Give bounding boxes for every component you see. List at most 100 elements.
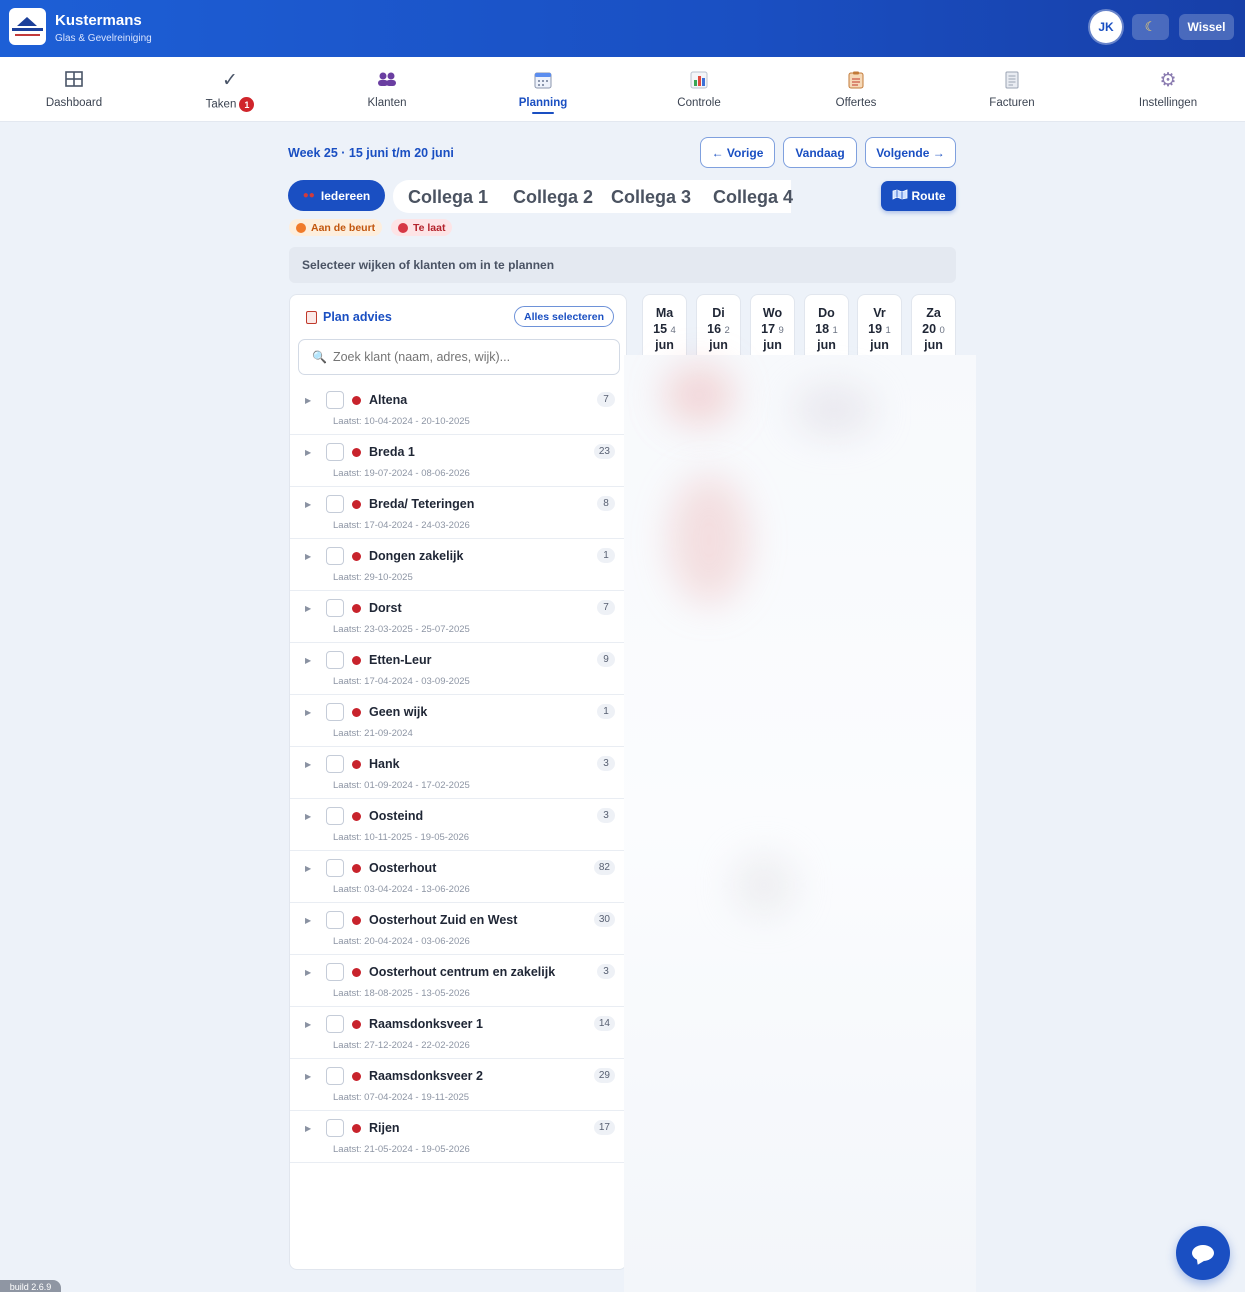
row-checkbox[interactable]: [326, 443, 344, 461]
area-name: Dorst: [369, 601, 402, 615]
next-week-button[interactable]: Volgende →: [865, 137, 956, 168]
plan-advice-panel: Plan advies Alles selecteren 🔍 ▶ Altena 7 L…: [289, 294, 627, 1270]
status-dot-icon: [352, 1020, 361, 1029]
route-button[interactable]: Route: [881, 181, 956, 211]
panel-title: Plan advies: [306, 310, 392, 324]
customer-count-badge: 23: [593, 444, 615, 459]
row-checkbox[interactable]: [326, 1119, 344, 1137]
nav-item-instellingen[interactable]: ⚙ Instellingen: [1108, 57, 1228, 122]
row-checkbox[interactable]: [326, 547, 344, 565]
row-checkbox[interactable]: [326, 703, 344, 721]
list-item[interactable]: ▶ Oosteind 3 Laatst: 10-11-2025 - 19-05-202…: [290, 799, 626, 851]
nav-item-dashboard[interactable]: Dashboard: [14, 57, 134, 122]
expand-caret-icon[interactable]: ▶: [305, 604, 311, 613]
switch-button[interactable]: Wissel: [1179, 14, 1234, 40]
list-item[interactable]: ▶ Breda/ Teteringen 8 Laatst: 17-04-2024 - …: [290, 487, 626, 539]
list-item[interactable]: ▶ Oosterhout centrum en zakelijk 3 Laatst: …: [290, 955, 626, 1007]
expand-caret-icon[interactable]: ▶: [305, 864, 311, 873]
customer-count-badge: 82: [593, 860, 615, 875]
filter-colleague-1[interactable]: Collega 1: [408, 187, 488, 208]
status-dot-icon: [352, 916, 361, 925]
expand-caret-icon[interactable]: ▶: [305, 552, 311, 561]
day-column-header[interactable]: Do 18 1 jun: [804, 294, 849, 356]
customer-search[interactable]: 🔍: [298, 339, 620, 375]
list-item[interactable]: ▶ Oosterhout 82 Laatst: 03-04-2024 - 13-06-…: [290, 851, 626, 903]
filter-colleague-2[interactable]: Collega 2: [513, 187, 593, 208]
nav-item-klanten[interactable]: Klanten: [327, 57, 447, 122]
row-checkbox[interactable]: [326, 1067, 344, 1085]
nav-label: Planning: [518, 97, 568, 109]
expand-caret-icon[interactable]: ▶: [305, 1072, 311, 1081]
company-logo[interactable]: [9, 8, 46, 45]
filter-colleague-4[interactable]: Collega 4: [713, 187, 793, 208]
list-item[interactable]: ▶ Etten-Leur 9 Laatst: 17-04-2024 - 03-09-2…: [290, 643, 626, 695]
search-input[interactable]: [332, 350, 593, 364]
row-checkbox[interactable]: [326, 807, 344, 825]
expand-caret-icon[interactable]: ▶: [305, 656, 311, 665]
due-dot-icon: [296, 222, 306, 233]
day-appointment-count: 1: [832, 325, 838, 336]
customer-count-badge: 3: [597, 808, 615, 823]
expand-caret-icon[interactable]: ▶: [305, 500, 311, 509]
customer-count-badge: 3: [597, 964, 615, 979]
nav-item-taken[interactable]: ✓ Taken 1: [170, 57, 290, 122]
list-item[interactable]: ▶ Altena 7 Laatst: 10-04-2024 - 20-10-2025: [290, 383, 626, 435]
expand-caret-icon[interactable]: ▶: [305, 448, 311, 457]
dark-mode-toggle[interactable]: ☾: [1132, 14, 1169, 40]
expand-caret-icon[interactable]: ▶: [305, 760, 311, 769]
nav-item-planning[interactable]: Planning: [483, 57, 603, 122]
expand-caret-icon[interactable]: ▶: [305, 708, 311, 717]
list-item[interactable]: ▶ Raamsdonksveer 1 14 Laatst: 27-12-2024 - …: [290, 1007, 626, 1059]
day-column-header[interactable]: Wo 17 9 jun: [750, 294, 795, 356]
list-item[interactable]: ▶ Geen wijk 1 Laatst: 21-09-2024: [290, 695, 626, 747]
expand-caret-icon[interactable]: ▶: [305, 968, 311, 977]
expand-caret-icon[interactable]: ▶: [305, 396, 311, 405]
row-checkbox[interactable]: [326, 859, 344, 877]
list-item[interactable]: ▶ Oosterhout Zuid en West 30 Laatst: 20-04-…: [290, 903, 626, 955]
today-button[interactable]: Vandaag: [783, 137, 857, 168]
list-item[interactable]: ▶ Rijen 17 Laatst: 21-05-2024 - 19-05-2026: [290, 1111, 626, 1163]
expand-caret-icon[interactable]: ▶: [305, 812, 311, 821]
list-item[interactable]: ▶ Dorst 7 Laatst: 23-03-2025 - 25-07-2025: [290, 591, 626, 643]
row-checkbox[interactable]: [326, 911, 344, 929]
customer-count-badge: 3: [597, 756, 615, 771]
day-column-header[interactable]: Vr 19 1 jun: [857, 294, 902, 356]
list-item[interactable]: ▶ Dongen zakelijk 1 Laatst: 29-10-2025: [290, 539, 626, 591]
previous-week-button[interactable]: ← Vorige: [700, 137, 775, 168]
select-all-button[interactable]: Alles selecteren: [514, 306, 614, 327]
status-dot-icon: [352, 552, 361, 561]
day-column-header[interactable]: Ma 15 4 jun: [642, 294, 687, 356]
day-column-header[interactable]: Za 20 0 jun: [911, 294, 956, 356]
nav-item-offertes[interactable]: Offertes: [796, 57, 916, 122]
day-column-header[interactable]: Di 16 2 jun: [696, 294, 741, 356]
area-name: Oosterhout Zuid en West: [369, 913, 518, 927]
row-checkbox[interactable]: [326, 391, 344, 409]
filter-everyone-button[interactable]: ●● Iedereen: [288, 180, 385, 211]
user-avatar[interactable]: JK: [1090, 11, 1122, 43]
expand-caret-icon[interactable]: ▶: [305, 1020, 311, 1029]
row-checkbox[interactable]: [326, 1015, 344, 1033]
row-checkbox[interactable]: [326, 963, 344, 981]
row-checkbox[interactable]: [326, 495, 344, 513]
filter-colleague-3[interactable]: Collega 3: [611, 187, 691, 208]
nav-item-controle[interactable]: Controle: [639, 57, 759, 122]
nav-item-facturen[interactable]: Facturen: [952, 57, 1072, 122]
list-item[interactable]: ▶ Breda 1 23 Laatst: 19-07-2024 - 08-06-202…: [290, 435, 626, 487]
customer-count-badge: 29: [593, 1068, 615, 1083]
list-item[interactable]: ▶ Hank 3 Laatst: 01-09-2024 - 17-02-2025: [290, 747, 626, 799]
customer-count-badge: 9: [597, 652, 615, 667]
day-appointment-count: 0: [939, 325, 945, 336]
receipt-icon: [1005, 71, 1019, 91]
nav-label: Taken 1: [206, 97, 255, 112]
chat-button[interactable]: [1176, 1226, 1230, 1280]
expand-caret-icon[interactable]: ▶: [305, 1124, 311, 1133]
check-icon: ✓: [222, 70, 238, 91]
area-name: Breda/ Teteringen: [369, 497, 475, 511]
nav-label: Controle: [677, 97, 721, 109]
row-checkbox[interactable]: [326, 651, 344, 669]
expand-caret-icon[interactable]: ▶: [305, 916, 311, 925]
status-dot-icon: [352, 708, 361, 717]
row-checkbox[interactable]: [326, 755, 344, 773]
list-item[interactable]: ▶ Raamsdonksveer 2 29 Laatst: 07-04-2024 - …: [290, 1059, 626, 1111]
row-checkbox[interactable]: [326, 599, 344, 617]
